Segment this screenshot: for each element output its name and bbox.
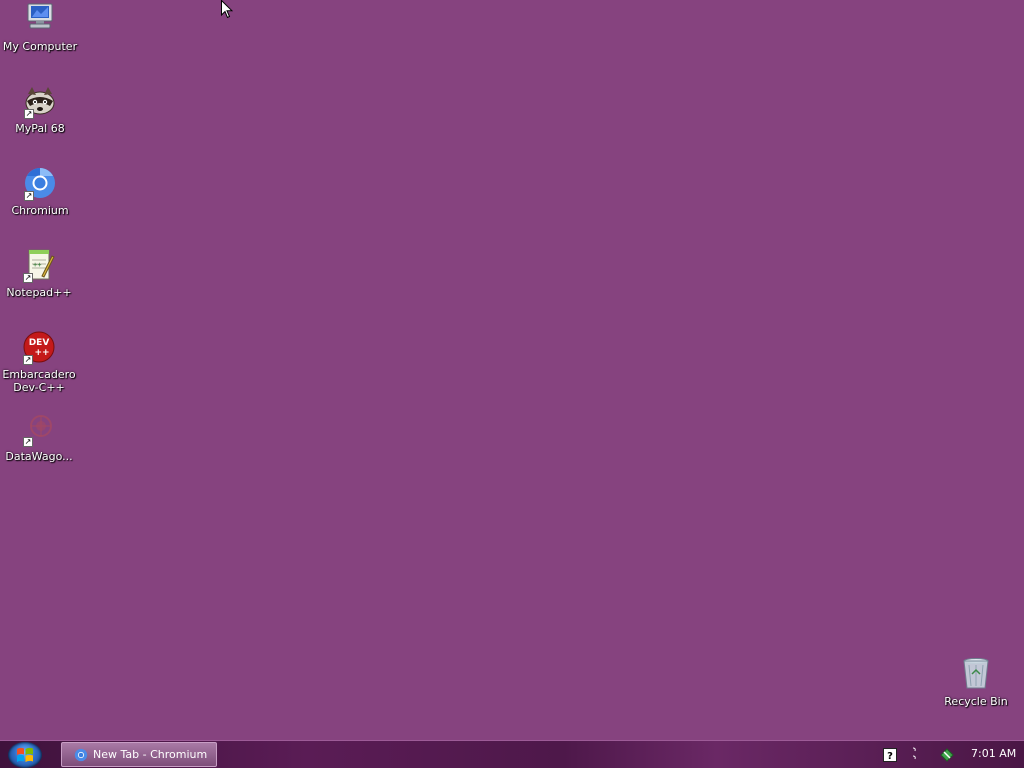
- taskbar-button-label: New Tab - Chromium: [93, 748, 208, 761]
- desktop-icon-label: MyPal 68: [15, 122, 65, 135]
- datawagon-icon: ↗: [22, 412, 56, 447]
- desktop-icon-chromium[interactable]: ↗ Chromium: [1, 166, 79, 217]
- clock[interactable]: 7:01 AM: [971, 747, 1016, 760]
- desktop-icon-mypal[interactable]: ↗ MyPal 68: [1, 84, 79, 135]
- shortcut-arrow-icon: ↗: [23, 355, 33, 365]
- notepad-plus-plus-icon: ++ ↗: [22, 248, 56, 283]
- desktop-icon-devcpp[interactable]: DEV ++ ↗ Embarcadero Dev-C++: [0, 330, 78, 394]
- mouse-cursor-icon: [221, 0, 234, 23]
- windows-logo-icon: [17, 747, 33, 762]
- desktop-icon-recycle-bin[interactable]: Recycle Bin: [937, 657, 1015, 708]
- desktop-icon-notepad-plus-plus[interactable]: ++ ↗ Notepad++: [0, 248, 78, 299]
- svg-text:++: ++: [34, 348, 49, 358]
- desktop-icon-label: DataWago...: [5, 450, 73, 463]
- desktop[interactable]: My Computer ↗ MyPal 68 ↗ Chromium ++ ↗ N…: [0, 0, 1024, 740]
- system-tray: ? 7:01 AM: [874, 741, 1024, 768]
- security-icon[interactable]: [939, 746, 955, 766]
- svg-text:?: ?: [887, 751, 893, 762]
- desktop-icon-label: Embarcadero Dev-C++: [2, 368, 76, 394]
- shortcut-arrow-icon: ↗: [24, 109, 34, 119]
- devcpp-icon: DEV ++ ↗: [22, 330, 56, 365]
- shortcut-arrow-icon: ↗: [24, 191, 34, 201]
- recycle-bin-icon: [959, 657, 993, 691]
- help-icon[interactable]: ?: [883, 747, 897, 766]
- raccoon-icon: ↗: [23, 84, 57, 119]
- shortcut-arrow-icon: ↗: [23, 273, 33, 283]
- chromium-icon: [74, 748, 88, 762]
- taskbar-button-chromium[interactable]: New Tab - Chromium: [61, 742, 217, 767]
- chromium-icon: ↗: [23, 166, 57, 201]
- taskbar: New Tab - Chromium ? 7:01 AM: [0, 740, 1024, 768]
- start-button[interactable]: [8, 742, 42, 768]
- svg-text:++: ++: [33, 261, 41, 269]
- desktop-icon-label: Notepad++: [6, 286, 72, 299]
- computer-icon: [23, 2, 57, 36]
- shortcut-arrow-icon: ↗: [23, 437, 33, 447]
- network-icon[interactable]: [910, 745, 918, 767]
- desktop-icon-label: Chromium: [11, 204, 69, 217]
- desktop-icon-label: Recycle Bin: [944, 695, 1008, 708]
- desktop-icon-my-computer[interactable]: My Computer: [1, 2, 79, 53]
- svg-text:DEV: DEV: [29, 338, 50, 348]
- desktop-icon-datawagon[interactable]: ↗ DataWago...: [0, 412, 78, 463]
- desktop-icon-label: My Computer: [2, 40, 78, 53]
